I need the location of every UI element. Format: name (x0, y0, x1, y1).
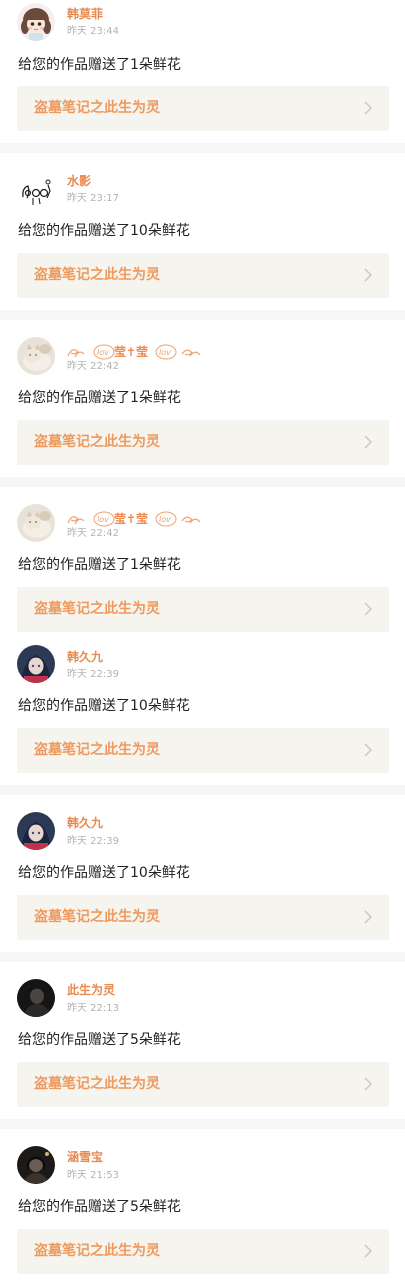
chevron-right-icon (364, 910, 372, 924)
divider (0, 477, 405, 487)
avatar[interactable] (17, 171, 55, 209)
work-link[interactable]: 盗墓笔记之此生为灵 (17, 253, 389, 298)
timestamp: 昨天 22:42 (67, 528, 119, 539)
sender-name: 莹✝莹 (114, 345, 149, 359)
avatar[interactable] (17, 979, 55, 1017)
work-link[interactable]: 盗墓笔记之此生为灵 (17, 420, 389, 465)
work-link[interactable]: 盗墓笔记之此生为灵 (17, 587, 389, 632)
gift-message: 给您的作品赠送了10朵鲜花 (18, 698, 190, 714)
sender-name: 莹✝莹 (114, 512, 149, 526)
timestamp: 昨天 22:42 (67, 361, 119, 372)
notification-card: lov lov 莹✝莹 昨天 22:42 给您的作品赠送了1朵鲜花 盗墓笔记之此… (0, 320, 405, 477)
work-title: 盗墓笔记之此生为灵 (34, 267, 160, 283)
chevron-right-icon (364, 743, 372, 757)
sender-name[interactable]: 涵雪宝 (67, 1149, 103, 1165)
avatar[interactable] (17, 3, 55, 41)
cat-photo-avatar-icon (17, 337, 55, 375)
timestamp: 昨天 23:17 (67, 193, 119, 204)
sender-name[interactable]: 水影 (67, 173, 91, 189)
notification-card: 韩久九 昨天 22:39 给您的作品赠送了10朵鲜花 盗墓笔记之此生为灵 (0, 795, 405, 952)
svg-text:lov: lov (159, 515, 171, 524)
work-link[interactable]: 盗墓笔记之此生为灵 (17, 895, 389, 940)
work-link[interactable]: 盗墓笔记之此生为灵 (17, 86, 389, 131)
gift-message: 给您的作品赠送了5朵鲜花 (18, 1032, 181, 1048)
divider (0, 1119, 405, 1129)
avatar[interactable] (17, 504, 55, 542)
gift-message: 给您的作品赠送了1朵鲜花 (18, 390, 181, 406)
work-title: 盗墓笔记之此生为灵 (34, 909, 160, 925)
doodle-avatar-icon (17, 171, 55, 209)
notification-card: 韩莫菲 昨天 23:44 给您的作品赠送了1朵鲜花 盗墓笔记之此生为灵 (0, 0, 405, 143)
gift-message: 给您的作品赠送了5朵鲜花 (18, 1199, 181, 1215)
sender-name[interactable]: 此生为灵 (67, 982, 115, 998)
work-link[interactable]: 盗墓笔记之此生为灵 (17, 1229, 389, 1274)
svg-text:lov: lov (97, 515, 109, 524)
notification-card: lov lov 莹✝莹 昨天 22:42 给您的作品赠送了1朵鲜花 盗墓笔记之此… (0, 487, 405, 637)
work-link[interactable]: 盗墓笔记之此生为灵 (17, 728, 389, 773)
divider (0, 952, 405, 962)
avatar[interactable] (17, 1146, 55, 1184)
work-link[interactable]: 盗墓笔记之此生为灵 (17, 1062, 389, 1107)
notification-card: 韩久九 昨天 22:39 给您的作品赠送了10朵鲜花 盗墓笔记之此生为灵 (0, 637, 405, 785)
anime-character-avatar-icon (17, 645, 55, 683)
notification-card: 此生为灵 昨天 22:13 给您的作品赠送了5朵鲜花 盗墓笔记之此生为灵 (0, 962, 405, 1119)
avatar[interactable] (17, 337, 55, 375)
chevron-right-icon (364, 602, 372, 616)
chevron-right-icon (364, 101, 372, 115)
chevron-right-icon (364, 435, 372, 449)
gift-message: 给您的作品赠送了10朵鲜花 (18, 223, 190, 239)
work-title: 盗墓笔记之此生为灵 (34, 601, 160, 617)
divider (0, 143, 405, 153)
avatar[interactable] (17, 645, 55, 683)
work-title: 盗墓笔记之此生为灵 (34, 742, 160, 758)
notification-card: 涵雪宝 昨天 21:53 给您的作品赠送了5朵鲜花 盗墓笔记之此生为灵 (0, 1129, 405, 1280)
svg-text:lov: lov (159, 348, 171, 357)
gift-message: 给您的作品赠送了10朵鲜花 (18, 865, 190, 881)
work-title: 盗墓笔记之此生为灵 (34, 1076, 160, 1092)
cartoon-girl-avatar-icon (17, 3, 55, 41)
notification-card: 水影 昨天 23:17 给您的作品赠送了10朵鲜花 盗墓笔记之此生为灵 (0, 153, 405, 310)
timestamp: 昨天 22:39 (67, 669, 119, 680)
decorated-name-badge[interactable]: lov lov 莹✝莹 (66, 510, 202, 528)
work-title: 盗墓笔记之此生为灵 (34, 100, 160, 116)
timestamp: 昨天 22:39 (67, 836, 119, 847)
dark-portrait-avatar-icon (17, 979, 55, 1017)
chevron-right-icon (364, 1244, 372, 1258)
gift-message: 给您的作品赠送了1朵鲜花 (18, 557, 181, 573)
sender-name[interactable]: 韩久九 (67, 815, 103, 831)
sender-name[interactable]: 韩久九 (67, 649, 103, 665)
anime-character-avatar-icon (17, 812, 55, 850)
chevron-right-icon (364, 268, 372, 282)
divider (0, 785, 405, 795)
timestamp: 昨天 23:44 (67, 26, 119, 37)
work-title: 盗墓笔记之此生为灵 (34, 434, 160, 450)
avatar[interactable] (17, 812, 55, 850)
timestamp: 昨天 21:53 (67, 1170, 119, 1181)
dark-portrait-avatar-icon (17, 1146, 55, 1184)
sender-name[interactable]: 韩莫菲 (67, 6, 103, 22)
svg-text:lov: lov (97, 348, 109, 357)
gift-notification-feed: 韩莫菲 昨天 23:44 给您的作品赠送了1朵鲜花 盗墓笔记之此生为灵 水影 昨… (0, 0, 405, 1280)
chevron-right-icon (364, 1077, 372, 1091)
work-title: 盗墓笔记之此生为灵 (34, 1243, 160, 1259)
timestamp: 昨天 22:13 (67, 1003, 119, 1014)
divider (0, 310, 405, 320)
decorated-name-badge[interactable]: lov lov 莹✝莹 (66, 343, 202, 361)
cat-photo-avatar-icon (17, 504, 55, 542)
gift-message: 给您的作品赠送了1朵鲜花 (18, 57, 181, 73)
